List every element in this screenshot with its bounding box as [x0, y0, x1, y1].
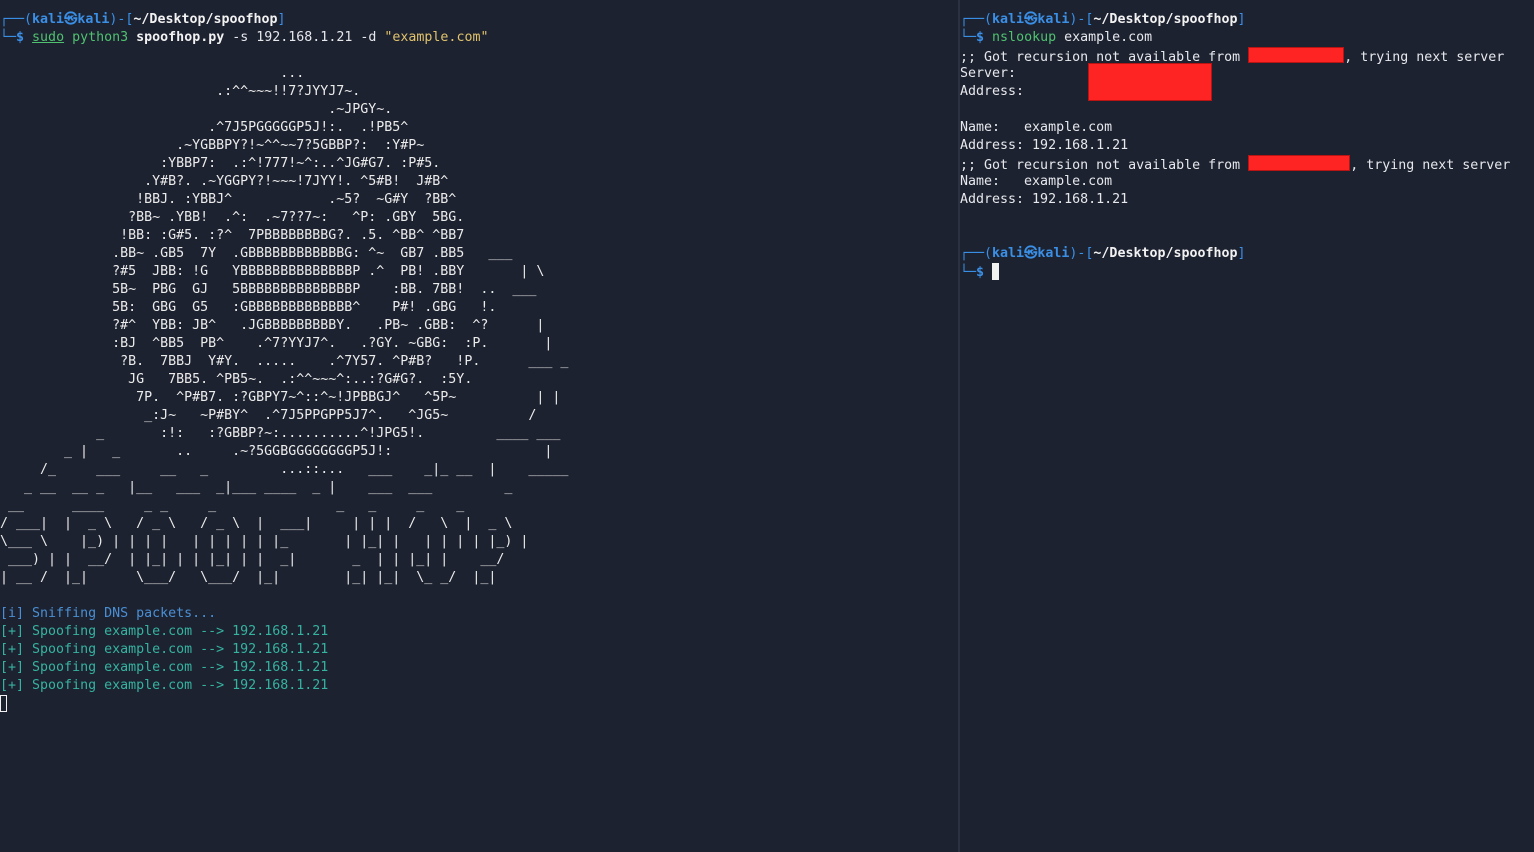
- terminal-pane-right[interactable]: ┌──(kali㉿kali)-[~/Desktop/spoofhop] └─$ …: [960, 0, 1534, 852]
- terminal-cursor[interactable]: [0, 695, 328, 713]
- skull-icon: ㉿: [1024, 246, 1038, 261]
- cmd-program: python3: [72, 30, 129, 45]
- redacted-block: [1248, 47, 1345, 63]
- prompt-path: ~/Desktop/spoofhop: [133, 12, 278, 27]
- cmd-domain: "example.com": [384, 30, 489, 45]
- command-line: └─$ sudo python3 spoofhop.py -s 192.168.…: [0, 30, 489, 45]
- output-line: [+] Spoofing example.com --> 192.168.1.2…: [0, 642, 329, 657]
- name-line: Name: example.com: [960, 120, 1113, 135]
- cmd-flag-d: -d: [360, 30, 377, 45]
- cmd-nslookup: nslookup: [992, 30, 1057, 45]
- cmd-arg: example.com: [1064, 30, 1153, 45]
- cmd-flag-s: -s: [232, 30, 249, 45]
- active-prompt[interactable]: └─$: [960, 263, 1246, 281]
- prompt-header: ┌──(kali㉿kali)-[~/Desktop/spoofhop]: [960, 246, 1246, 261]
- prompt-header: ┌──(kali㉿kali)-[~/Desktop/spoofhop]: [0, 12, 286, 27]
- output-line: [i] Sniffing DNS packets...: [0, 606, 217, 621]
- terminal-cursor[interactable]: [992, 263, 1000, 280]
- server-line: Server:: [960, 66, 1017, 81]
- address-value-line: Address: 192.168.1.21: [960, 192, 1129, 207]
- prompt-host: kali: [77, 12, 110, 27]
- address-value-line: Address: 192.168.1.21: [960, 138, 1129, 153]
- skull-icon: ㉿: [64, 12, 78, 27]
- output-line: [+] Spoofing example.com --> 192.168.1.2…: [0, 624, 329, 639]
- address-line: Address:: [960, 84, 1025, 99]
- redacted-block: [1248, 155, 1351, 171]
- prompt-user: kali: [32, 12, 65, 27]
- redacted-block: [1088, 63, 1212, 101]
- prompt-symbol: $: [16, 30, 25, 45]
- skull-icon: ㉿: [1024, 12, 1038, 27]
- command-line: └─$ nslookup example.com: [960, 30, 1153, 45]
- output-line: [+] Spoofing example.com --> 192.168.1.2…: [0, 678, 329, 693]
- output-line: [+] Spoofing example.com --> 192.168.1.2…: [0, 660, 329, 675]
- cmd-script: spoofhop.py: [136, 30, 225, 45]
- terminal-pane-left[interactable]: ┌──(kali㉿kali)-[~/Desktop/spoofhop] └─$ …: [0, 0, 958, 852]
- recursion-warning: ;; Got recursion not available from , tr…: [960, 155, 1510, 173]
- name-line: Name: example.com: [960, 174, 1113, 189]
- ascii-art-banner: ... .:^^~~~!!7?JYYJ7~. .~JPGY~. .^7J5PGG…: [0, 66, 569, 585]
- recursion-warning: ;; Got recursion not available from , tr…: [960, 47, 1510, 65]
- tool-output: [i] Sniffing DNS packets... [+] Spoofing…: [0, 605, 328, 713]
- cmd-sudo: sudo: [32, 30, 65, 45]
- cmd-ip: 192.168.1.21: [256, 30, 353, 45]
- prompt-header: ┌──(kali㉿kali)-[~/Desktop/spoofhop]: [960, 12, 1246, 27]
